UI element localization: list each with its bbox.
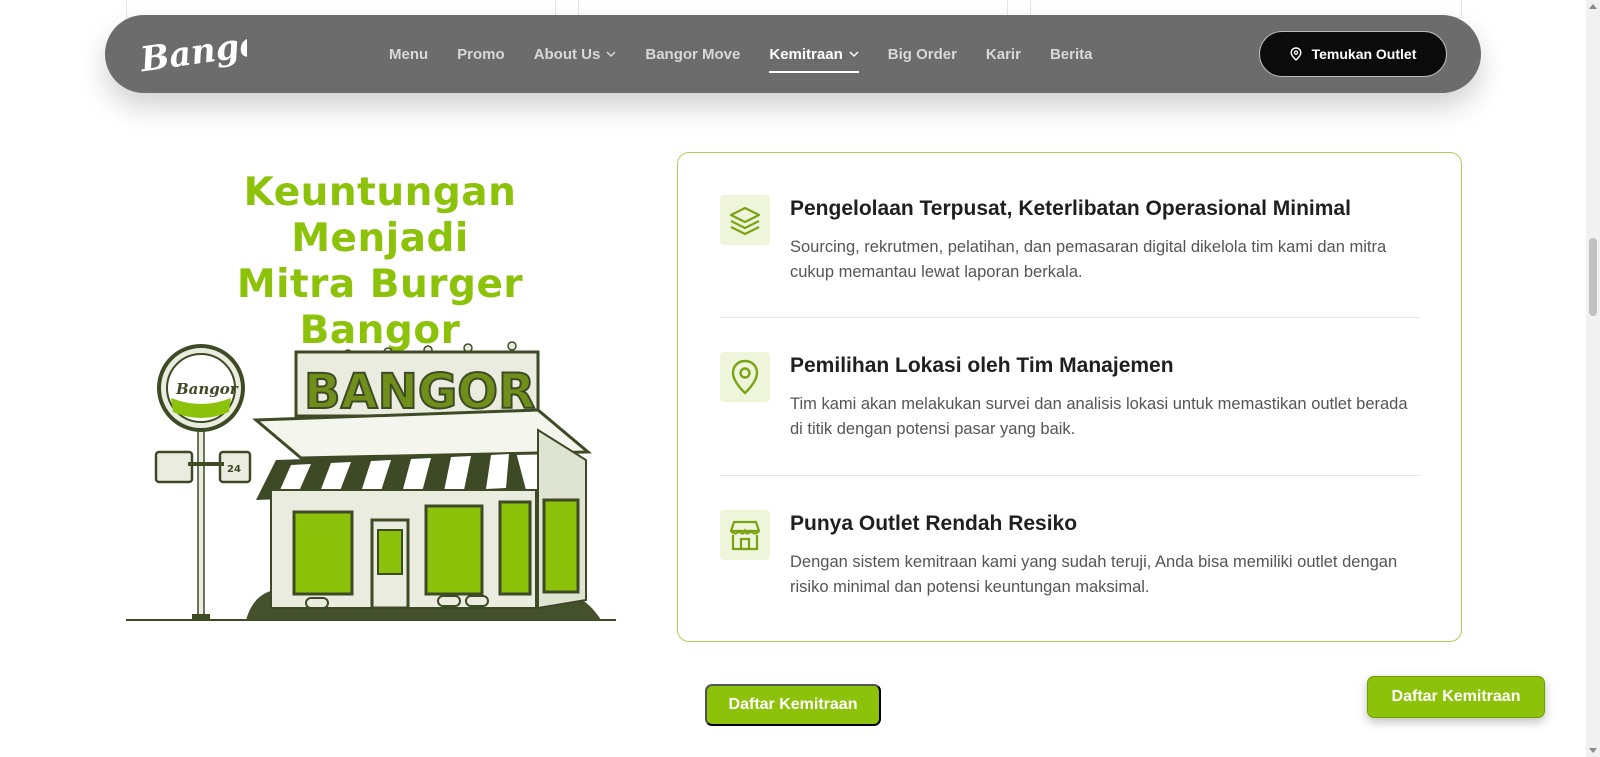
benefits-card: Pengelolaan Terpusat, Keterlibatan Opera… (677, 152, 1462, 642)
layers-icon (720, 195, 770, 245)
chevron-down-icon (606, 51, 616, 58)
svg-text:Bangor: Bangor (175, 380, 239, 398)
floating-register-partnership-button[interactable]: Daftar Kemitraan (1367, 676, 1545, 718)
nav-big-order[interactable]: Big Order (888, 15, 957, 93)
page-scrollbar[interactable] (1586, 0, 1600, 757)
primary-nav: Menu Promo About Us Bangor Move Kemitraa… (389, 15, 1121, 93)
nav-karir[interactable]: Karir (986, 15, 1021, 93)
nav-bangor-move[interactable]: Bangor Move (645, 15, 740, 93)
nav-label: Berita (1049, 45, 1093, 63)
nav-menu[interactable]: Menu (389, 15, 428, 93)
nav-berita[interactable]: Berita (1050, 15, 1093, 93)
nav-kemitraan[interactable]: Kemitraan (769, 15, 860, 93)
find-outlet-label: Temukan Outlet (1311, 46, 1417, 62)
location-pin-icon (720, 352, 770, 402)
benefit-item: Punya Outlet Rendah Resiko Dengan sistem… (720, 510, 1420, 620)
find-outlet-button[interactable]: Temukan Outlet (1259, 31, 1447, 77)
nav-label: Karir (985, 45, 1021, 63)
nav-label: Promo (457, 45, 505, 63)
scrollbar-thumb[interactable] (1589, 238, 1597, 316)
location-pin-icon (1290, 47, 1302, 61)
chevron-down-icon (849, 51, 859, 58)
benefit-title: Pengelolaan Terpusat, Keterlibatan Opera… (790, 197, 1351, 220)
store-icon (720, 510, 770, 560)
divider (720, 475, 1420, 476)
nav-about-us[interactable]: About Us (534, 15, 617, 93)
svg-text:Bangor: Bangor (137, 29, 247, 79)
benefit-description: Tim kami akan melakukan survei dan anali… (790, 395, 1408, 438)
divider (720, 317, 1420, 318)
benefit-title: Punya Outlet Rendah Resiko (790, 512, 1078, 535)
benefit-description: Dengan sistem kemitraan kami yang sudah … (790, 553, 1398, 596)
scroll-down-arrow-icon[interactable] (1589, 748, 1597, 753)
nav-promo[interactable]: Promo (457, 15, 505, 93)
heading-line: Keuntungan Menjadi (243, 170, 517, 261)
benefit-description: Sourcing, rekrutmen, pelatihan, dan pema… (790, 238, 1387, 281)
bangor-logo[interactable]: Bangor (137, 21, 284, 81)
store-illustration: Bangor 24 BANGOR (126, 340, 616, 622)
benefit-title: Pemilihan Lokasi oleh Tim Manajemen (790, 354, 1174, 377)
nav-label: About Us (533, 45, 601, 63)
register-partnership-button[interactable]: Daftar Kemitraan (705, 684, 881, 726)
scroll-up-arrow-icon[interactable] (1589, 4, 1597, 9)
nav-label: Menu (389, 45, 429, 63)
main-navbar: Bangor Menu Promo About Us Bangor Move K… (105, 15, 1481, 93)
nav-label: Kemitraan (769, 45, 843, 63)
nav-label: Bangor Move (645, 45, 741, 63)
section-heading: Keuntungan Menjadi Mitra Burger Bangor (160, 170, 600, 354)
benefit-item: Pemilihan Lokasi oleh Tim Manajemen Tim … (720, 352, 1420, 462)
svg-text:24: 24 (227, 464, 241, 475)
benefit-item: Pengelolaan Terpusat, Keterlibatan Opera… (720, 195, 1420, 305)
nav-label: Big Order (887, 45, 957, 63)
